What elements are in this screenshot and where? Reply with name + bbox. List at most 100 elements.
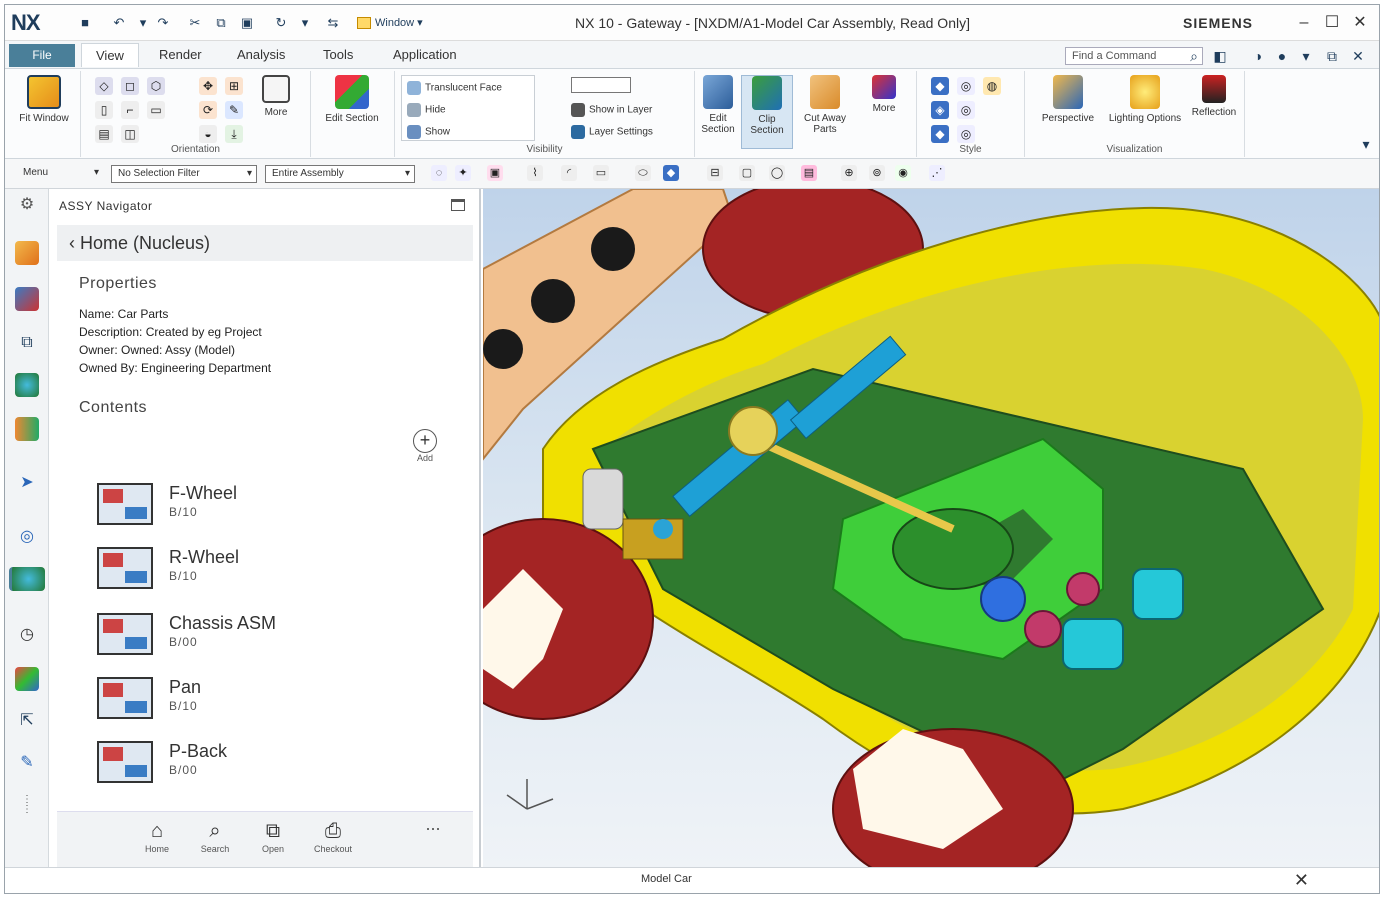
- add-button[interactable]: + Add: [405, 429, 445, 463]
- cut-icon[interactable]: ✂: [185, 13, 205, 33]
- search-icon[interactable]: ⌕: [1185, 47, 1203, 65]
- box-select-icon[interactable]: ⬭: [635, 165, 651, 181]
- copy-icon[interactable]: ⧉: [211, 13, 231, 33]
- system-materials-icon[interactable]: ✎: [15, 751, 39, 775]
- close-icon[interactable]: ✕: [1294, 870, 1309, 891]
- ribbon-options-icon[interactable]: ▾: [1357, 135, 1375, 153]
- feature-select-icon[interactable]: ▣: [487, 165, 503, 181]
- studio-icon[interactable]: ◍: [983, 77, 1001, 95]
- hide-item[interactable]: Hide: [407, 103, 446, 117]
- chevron-down-icon[interactable]: ▾: [133, 13, 153, 33]
- more-section-button[interactable]: More: [857, 75, 911, 114]
- more-orientation-button[interactable]: More: [251, 75, 301, 118]
- view-iso-icon[interactable]: ⬡: [147, 77, 165, 95]
- list-item[interactable]: Pan B/10: [97, 677, 417, 727]
- view-back-icon[interactable]: ▤: [95, 125, 113, 143]
- list-item[interactable]: F-Wheel B/10: [97, 483, 417, 533]
- window-menu[interactable]: Window ▾: [357, 13, 467, 33]
- more-resources-icon[interactable]: ⋮ ⋮: [15, 795, 39, 819]
- curve-select-icon[interactable]: ◜: [561, 165, 577, 181]
- save-icon[interactable]: ■: [75, 13, 95, 33]
- lasso-icon[interactable]: ⌇: [527, 165, 543, 181]
- restore-icon[interactable]: ⧉: [1323, 47, 1341, 65]
- show-item[interactable]: Show: [407, 125, 450, 139]
- find-command-input[interactable]: Find a Command: [1065, 47, 1203, 65]
- fit-window-button[interactable]: Fit Window: [15, 75, 73, 124]
- tab-application[interactable]: Application: [393, 47, 457, 62]
- info-icon[interactable]: ●: [1273, 47, 1291, 65]
- pencil-icon[interactable]: ✎: [225, 101, 243, 119]
- hidden-edges-icon[interactable]: ◎: [957, 101, 975, 119]
- part-navigator-icon[interactable]: ⧉: [15, 331, 39, 355]
- view-top-icon[interactable]: ◻: [121, 77, 139, 95]
- search-button[interactable]: ⌕ Search: [195, 818, 235, 854]
- endpoint-icon[interactable]: ▢: [739, 165, 755, 181]
- tab-render[interactable]: Render: [159, 47, 202, 62]
- close-icon[interactable]: ✕: [1349, 47, 1367, 65]
- breadcrumb[interactable]: ‹ Home (Nucleus): [57, 225, 473, 261]
- intersection-icon[interactable]: ⊕: [841, 165, 857, 181]
- view-front-icon[interactable]: ◇: [95, 77, 113, 95]
- maximize-button[interactable]: ☐: [1319, 11, 1345, 35]
- palette-icon[interactable]: [15, 667, 39, 691]
- cut-away-button[interactable]: Cut Away Parts: [797, 75, 853, 135]
- undo-icon[interactable]: ↶: [109, 13, 129, 33]
- quadrant-icon[interactable]: ◉: [895, 165, 911, 181]
- selection-scope-dropdown[interactable]: Entire Assembly: [265, 165, 415, 183]
- wireframe-icon[interactable]: ◎: [957, 77, 975, 95]
- partial-shaded-icon[interactable]: ◎: [957, 125, 975, 143]
- clip-section-button[interactable]: Clip Section: [741, 75, 793, 149]
- reuse-library-icon[interactable]: [15, 373, 39, 397]
- file-menu-button[interactable]: File: [9, 44, 75, 67]
- active-workspace-icon[interactable]: [9, 567, 45, 591]
- edit-section-tool-button[interactable]: Edit Section: [693, 75, 743, 135]
- midpoint-icon[interactable]: ◯: [769, 165, 785, 181]
- tab-view[interactable]: View: [81, 43, 139, 67]
- zoom-icon[interactable]: ⊞: [225, 77, 243, 95]
- tab-analysis[interactable]: Analysis: [237, 47, 285, 62]
- history-icon[interactable]: ◎: [15, 525, 39, 549]
- snap-view-icon[interactable]: ⤓: [225, 125, 243, 143]
- switch-window-icon[interactable]: ⇆: [323, 13, 343, 33]
- select-all-icon[interactable]: ◌: [431, 165, 447, 181]
- view-bottom-icon[interactable]: ▭: [147, 101, 165, 119]
- rectangle-select-icon[interactable]: ▭: [593, 165, 609, 181]
- roles-icon[interactable]: ⇱: [15, 709, 39, 733]
- pan-icon[interactable]: ✥: [199, 77, 217, 95]
- shaded-icon[interactable]: ◆: [931, 77, 949, 95]
- edit-section-button[interactable]: Edit Section: [323, 75, 381, 124]
- layer-settings-item[interactable]: Layer Settings: [571, 125, 653, 139]
- rotate-icon[interactable]: ⟳: [199, 101, 217, 119]
- minimize-button[interactable]: –: [1291, 11, 1317, 35]
- graphics-window[interactable]: [483, 189, 1379, 867]
- open-button[interactable]: ⧉ Open: [253, 818, 293, 854]
- checkout-button[interactable]: ⎙ Checkout: [313, 818, 353, 854]
- layer-field[interactable]: [571, 77, 631, 93]
- orient-icon[interactable]: ◒: [199, 125, 217, 143]
- redo-icon[interactable]: ↷: [153, 13, 173, 33]
- close-button[interactable]: ✕: [1347, 11, 1373, 35]
- help-icon[interactable]: ◑: [1249, 47, 1267, 65]
- constraint-navigator-icon[interactable]: [15, 287, 39, 311]
- web-browser-icon[interactable]: ➤: [15, 471, 39, 495]
- chevron-down-icon[interactable]: ▾: [1297, 47, 1315, 65]
- list-item[interactable]: R-Wheel B/10: [97, 547, 417, 597]
- perspective-button[interactable]: Perspective: [1033, 75, 1103, 124]
- control-point-icon[interactable]: ▤: [801, 165, 817, 181]
- lighting-options-button[interactable]: Lighting Options: [1105, 75, 1185, 124]
- menu-button[interactable]: Menu: [17, 165, 103, 183]
- view-trimetric-icon[interactable]: ◫: [121, 125, 139, 143]
- face-analysis-icon[interactable]: ◆: [931, 125, 949, 143]
- home-button[interactable]: ⌂ Home: [137, 818, 177, 854]
- repeat-icon[interactable]: ↻: [271, 13, 291, 33]
- view-right-icon[interactable]: ▯: [95, 101, 113, 119]
- show-in-layer-item[interactable]: Show in Layer: [571, 103, 652, 117]
- deselect-icon[interactable]: ✦: [455, 165, 471, 181]
- clock-icon[interactable]: ◷: [15, 623, 39, 647]
- solid-select-icon[interactable]: ◆: [663, 165, 679, 181]
- view-left-icon[interactable]: ⌐: [121, 101, 139, 119]
- snap-point-icon[interactable]: ⊟: [707, 165, 723, 181]
- translucent-face-item[interactable]: Translucent Face: [407, 81, 502, 95]
- tab-tools[interactable]: Tools: [323, 47, 353, 62]
- reflection-button[interactable]: Reflection: [1187, 75, 1241, 118]
